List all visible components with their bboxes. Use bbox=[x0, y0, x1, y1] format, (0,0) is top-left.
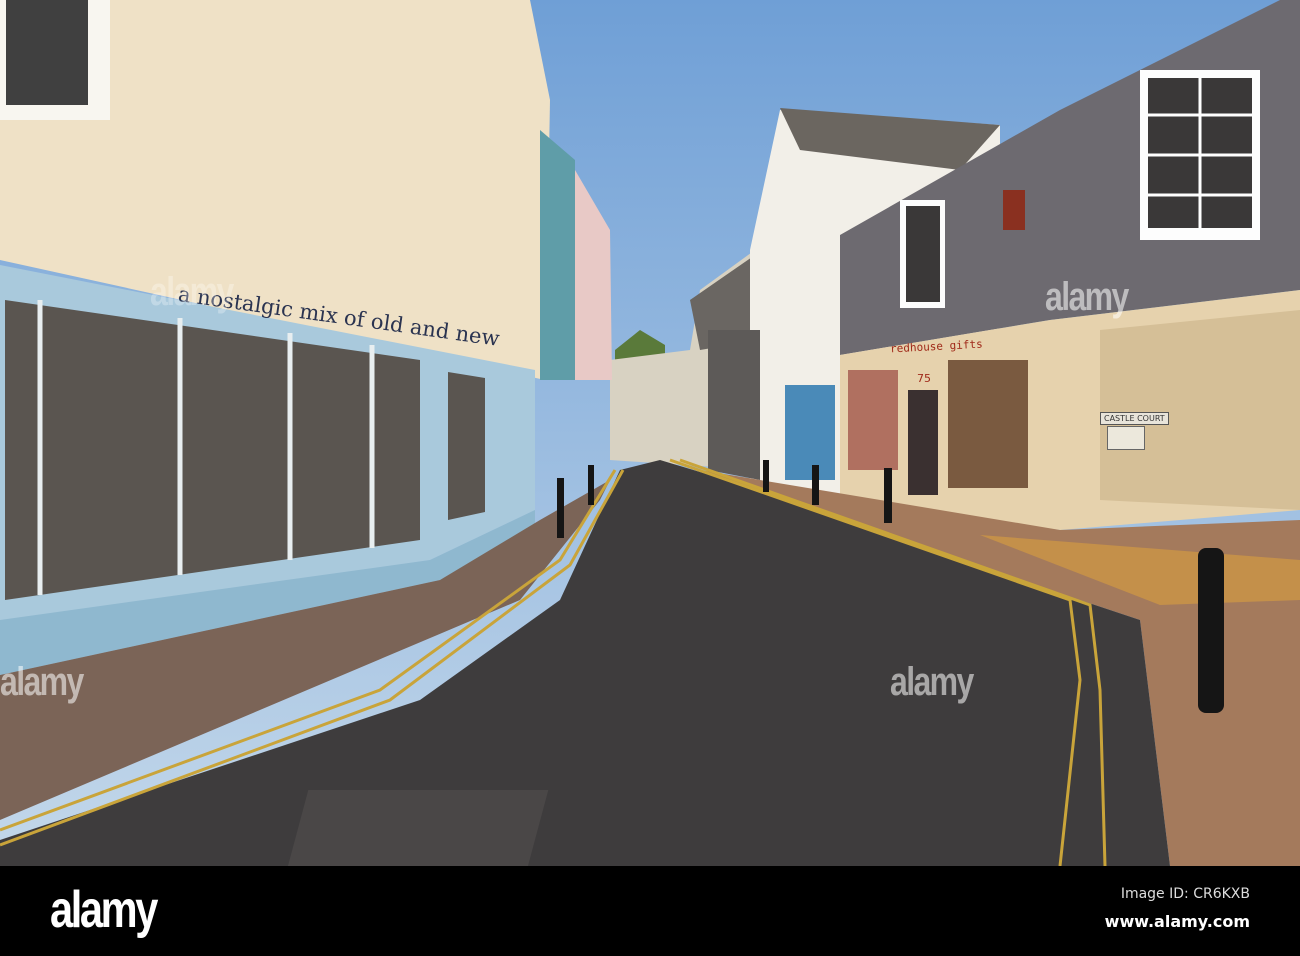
watermark: alamy bbox=[0, 660, 84, 704]
shop-number: 75 bbox=[917, 372, 931, 385]
watermark: alamy bbox=[1045, 275, 1129, 319]
street-photo: a nostalgic mix of old and new redhouse … bbox=[0, 0, 1300, 956]
image-id: Image ID: CR6KXB bbox=[1120, 886, 1250, 902]
street-plaque bbox=[1107, 426, 1145, 450]
street-scene bbox=[0, 0, 1300, 866]
site-url: www.alamy.com bbox=[1104, 912, 1250, 931]
footer-bar: alamy Image ID: CR6KXB www.alamy.com bbox=[0, 866, 1300, 956]
manhole-cover bbox=[287, 790, 549, 866]
street-sign: CASTLE COURT bbox=[1100, 412, 1169, 425]
watermark: alamy bbox=[150, 270, 234, 314]
watermark: alamy bbox=[890, 660, 974, 704]
alamy-logo: alamy bbox=[50, 881, 158, 939]
